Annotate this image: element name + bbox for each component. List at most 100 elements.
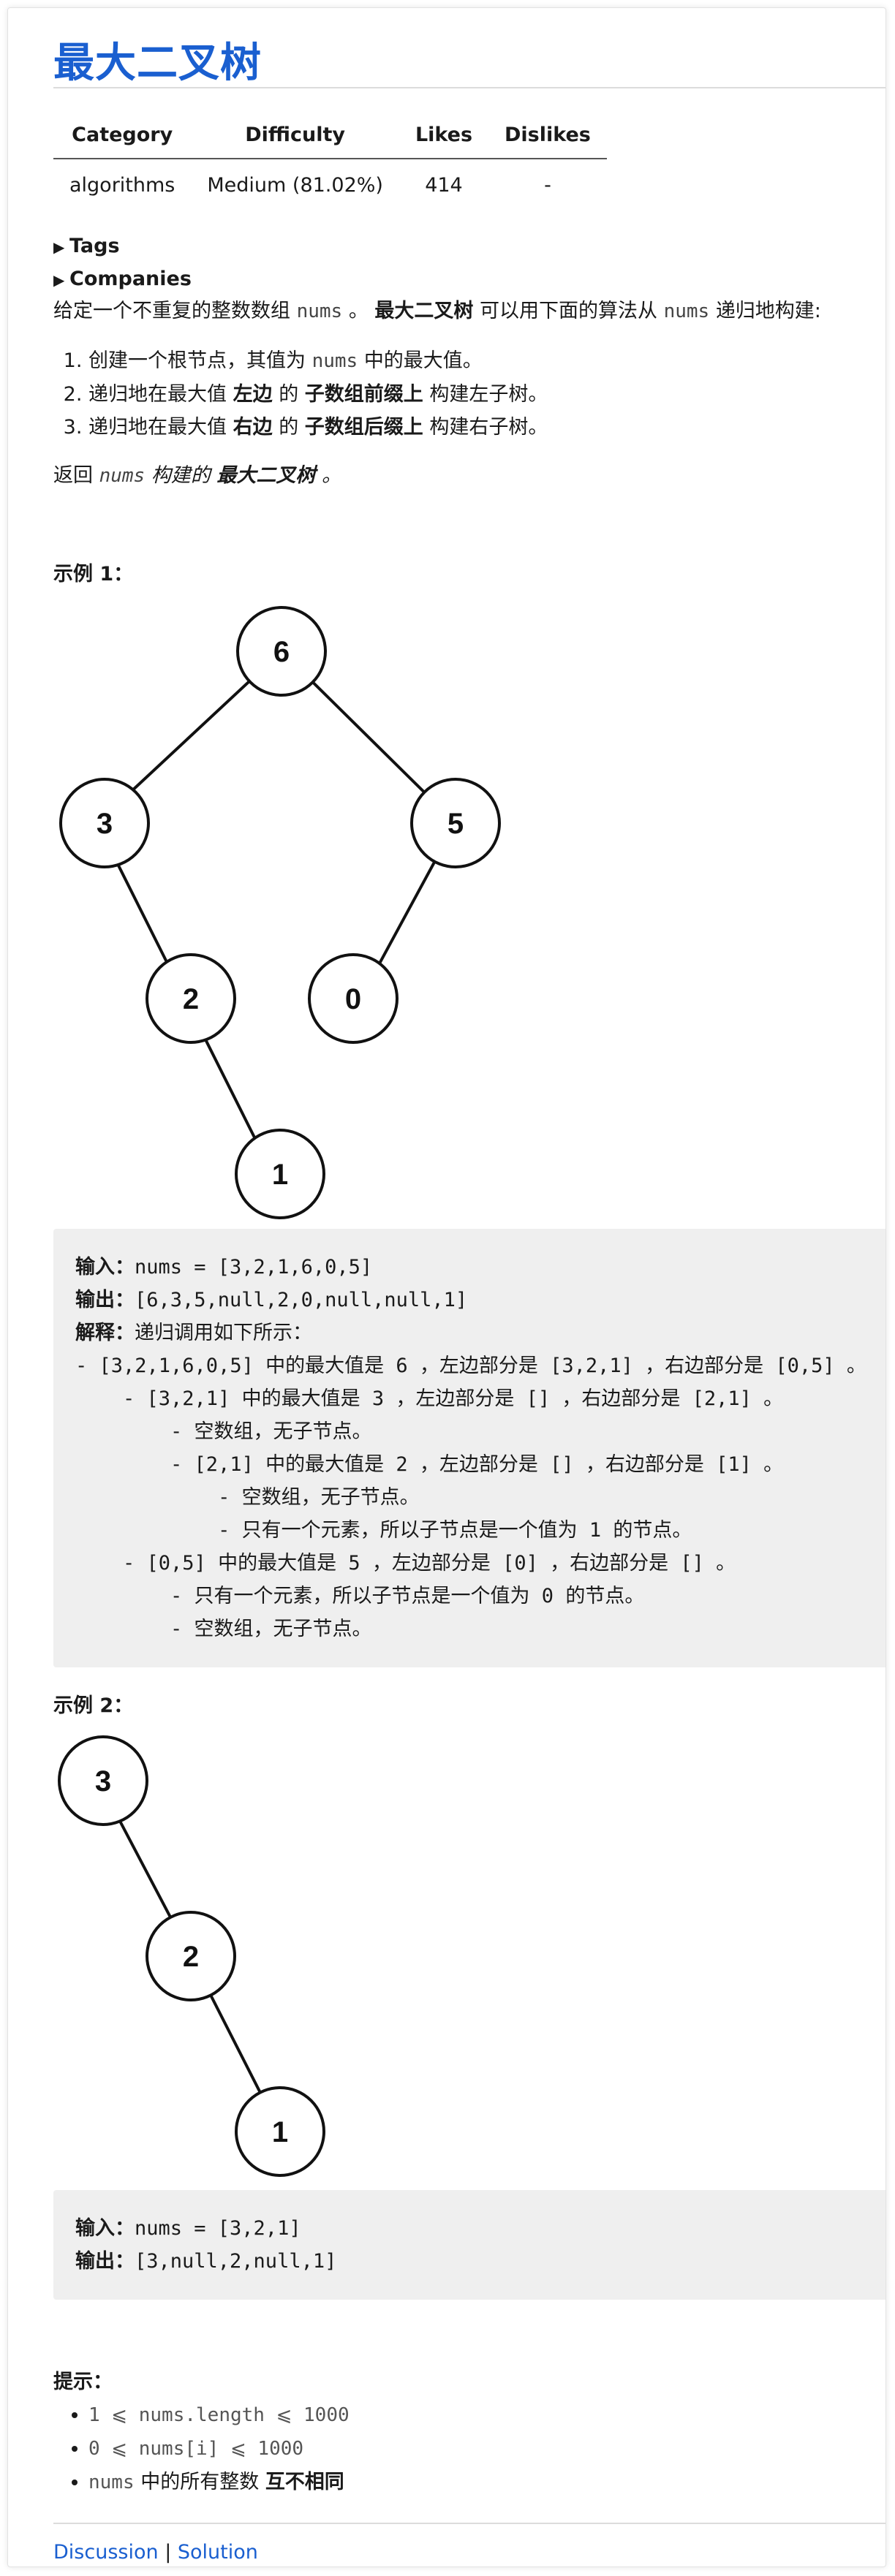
intro-text: 。	[348, 300, 369, 322]
intro-code: nums	[296, 300, 343, 322]
code-line: 输入：nums = [3,2,1,6,0,5]	[75, 1251, 885, 1284]
list-item: 递归地在最大值 左边 的 子数组前缀上 构建左子树。	[88, 378, 548, 411]
step-text: 递归地在最大值	[88, 416, 227, 439]
return-text: 返回	[53, 464, 93, 487]
hint-code: 1 ⩽ nums.length ⩽ 1000	[88, 2404, 350, 2426]
tags-label: Tags	[69, 235, 120, 257]
return-code: nums	[99, 465, 146, 487]
tree-node: 1	[235, 2086, 325, 2177]
code-line-text: - 空数组，无子节点。	[75, 1420, 372, 1443]
code-line: - 空数组，无子节点。	[75, 1415, 885, 1448]
list-item: 0 ⩽ nums[i] ⩽ 1000	[88, 2432, 350, 2466]
code-line: - 只有一个元素，所以子节点是一个值为 0 的节点。	[75, 1580, 885, 1613]
page-title: 最大二叉树	[53, 39, 262, 87]
tree-node: 6	[236, 606, 327, 697]
step-bold: 子数组前缀上	[304, 383, 423, 406]
tree-node: 1	[235, 1129, 325, 1219]
hint-bold: 互不相同	[265, 2471, 344, 2493]
code-line: - [0,5] 中的最大值是 5 ，左边部分是 [0] ，右边部分是 [] 。	[75, 1547, 885, 1580]
tree-node-label: 0	[345, 983, 361, 1015]
code-line: - 空数组，无子节点。	[75, 1481, 885, 1514]
tree-node-label: 2	[183, 1941, 199, 1973]
code-line-label: 输出：	[75, 1289, 135, 1311]
intro-code: nums	[663, 300, 710, 322]
meta-category: algorithms	[69, 174, 175, 197]
footer-links: Discussion | Solution	[53, 2541, 258, 2564]
meta-header-category: Category	[72, 124, 173, 146]
tree-node-label: 3	[97, 808, 113, 840]
code-line: - 只有一个元素，所以子节点是一个值为 1 的节点。	[75, 1514, 885, 1547]
tree-node: 3	[59, 778, 150, 868]
step-code: nums	[311, 350, 358, 372]
return-text: 。	[322, 464, 341, 487]
solution-link[interactable]: Solution	[178, 2541, 258, 2564]
hint-text: 中的所有整数	[140, 2471, 260, 2493]
intro-text: 可以用下面的算法从	[480, 300, 657, 322]
code-line: - [3,2,1] 中的最大值是 3 ，左边部分是 [] ，右边部分是 [2,1…	[75, 1382, 885, 1415]
companies-label: Companies	[69, 268, 192, 290]
list-item: 创建一个根节点，其值为 nums 中的最大值。	[88, 344, 548, 378]
tree-node-label: 6	[273, 636, 290, 668]
code-line-text: - [3,2,1] 中的最大值是 3 ，左边部分是 [] ，右边部分是 [2,1…	[75, 1387, 784, 1410]
step-text: 创建一个根节点，其值为	[88, 349, 306, 372]
tree-node-label: 5	[448, 808, 464, 840]
tree-node: 2	[146, 953, 236, 1044]
intro-bold: 最大二叉树	[374, 300, 474, 322]
code-line: 输出：[6,3,5,null,2,0,null,null,1]	[75, 1284, 885, 1317]
code-line: - [2,1] 中的最大值是 2 ，左边部分是 [] ，右边部分是 [1] 。	[75, 1448, 885, 1481]
code-line-text: nums = [3,2,1]	[135, 2217, 301, 2240]
return-bold: 最大二叉树	[216, 464, 316, 487]
companies-toggle[interactable]: ▶ Companies	[53, 268, 192, 290]
tree-node-label: 1	[272, 2116, 288, 2148]
hints-heading: 提示：	[53, 2371, 113, 2393]
code-line: - 空数组，无子节点。	[75, 1613, 885, 1645]
code-line-text: - 空数组，无子节点。	[75, 1618, 372, 1640]
step-bold: 左边	[233, 383, 273, 406]
meta-difficulty: Medium (81.02%)	[207, 174, 383, 197]
tree-node-label: 1	[272, 1159, 288, 1191]
example-2-code-block: 输入：nums = [3,2,1] 输出：[3,null,2,null,1]	[53, 2190, 885, 2300]
code-line-text: 递归调用如下所示：	[135, 1322, 312, 1344]
meta-header-difficulty: Difficulty	[245, 124, 346, 146]
meta-likes: 414	[425, 174, 463, 197]
code-line-text: nums = [3,2,1,6,0,5]	[135, 1256, 373, 1278]
footer-divider	[53, 2523, 885, 2524]
tree-node: 2	[146, 1911, 236, 2001]
code-line-label: 输入：	[75, 1256, 135, 1278]
example-2-tree-diagram: 3 2 1	[58, 1735, 325, 2177]
code-line-label: 解释：	[75, 1322, 135, 1344]
code-line-text: - 只有一个元素，所以子节点是一个值为 0 的节点。	[75, 1585, 645, 1607]
return-paragraph: 返回 nums 构建的 最大二叉树 。	[53, 461, 341, 490]
code-line: - [3,2,1,6,0,5] 中的最大值是 6 ，左边部分是 [3,2,1] …	[75, 1349, 885, 1382]
tree-node: 0	[308, 953, 399, 1044]
algorithm-steps: 创建一个根节点，其值为 nums 中的最大值。 递归地在最大值 左边 的 子数组…	[53, 344, 548, 444]
code-line-text: [3,null,2,null,1]	[135, 2250, 337, 2273]
tags-toggle[interactable]: ▶ Tags	[53, 235, 120, 257]
code-line-text: [6,3,5,null,2,0,null,null,1]	[135, 1289, 468, 1311]
triangle-right-icon: ▶	[53, 238, 65, 256]
intro-paragraph: 给定一个不重复的整数数组 nums 。 最大二叉树 可以用下面的算法从 nums…	[53, 297, 821, 326]
step-text: 构建左子树。	[429, 383, 548, 406]
hint-code: nums	[88, 2471, 135, 2493]
step-text: 构建右子树。	[429, 416, 548, 439]
code-line: 解释：递归调用如下所示：	[75, 1317, 885, 1349]
hints-list: 1 ⩽ nums.length ⩽ 1000 0 ⩽ nums[i] ⩽ 100…	[53, 2398, 350, 2499]
triangle-right-icon: ▶	[53, 271, 65, 289]
code-line: 输入：nums = [3,2,1]	[75, 2212, 885, 2245]
meta-table: Category Difficulty Likes Dislikes algor…	[53, 124, 607, 197]
example-1-heading: 示例 1：	[53, 563, 134, 586]
step-text: 中的最大值。	[363, 349, 483, 372]
step-bold: 子数组后缀上	[304, 416, 423, 439]
step-text: 的	[279, 383, 299, 406]
list-item: nums 中的所有整数 互不相同	[88, 2466, 350, 2499]
step-text: 递归地在最大值	[88, 383, 227, 406]
code-line-text: - 空数组，无子节点。	[75, 1486, 420, 1509]
discussion-link[interactable]: Discussion	[53, 2541, 159, 2564]
return-text: 构建的	[151, 464, 211, 487]
intro-text: 给定一个不重复的整数数组	[53, 300, 290, 322]
tree-node-label: 2	[183, 983, 199, 1015]
code-line-text: - [2,1] 中的最大值是 2 ，左边部分是 [] ，右边部分是 [1] 。	[75, 1453, 784, 1476]
tree-node: 5	[410, 778, 501, 868]
intro-text: 递归地构建:	[715, 300, 821, 322]
tree-node-label: 3	[95, 1765, 111, 1797]
